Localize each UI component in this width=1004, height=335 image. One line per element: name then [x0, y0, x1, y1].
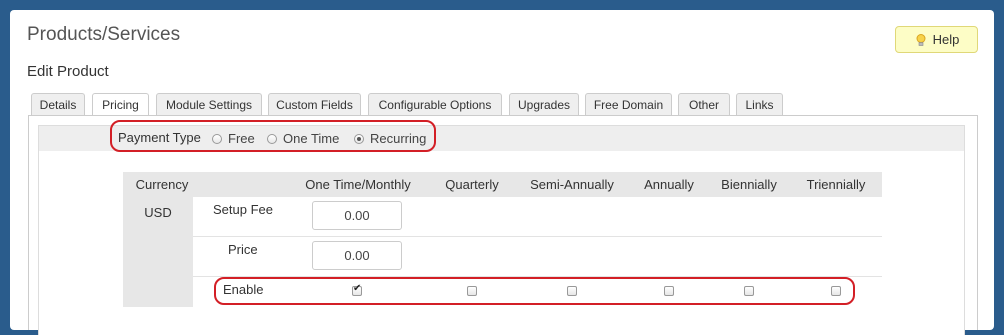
help-button[interactable]: Help: [895, 26, 978, 53]
enable-semi-annually-checkbox[interactable]: [567, 286, 577, 296]
tab-free-domain[interactable]: Free Domain: [585, 93, 672, 115]
enable-label: Enable: [223, 282, 264, 297]
currency-cell: USD: [123, 197, 193, 307]
pricing-tab-content: Payment Type Free One Time Recurring Cur…: [28, 115, 978, 335]
payment-type-label: Payment Type: [118, 130, 201, 145]
tab-links[interactable]: Links: [736, 93, 783, 115]
radio-recurring-label: Recurring: [370, 131, 427, 146]
currency-usd: USD: [144, 205, 172, 220]
payment-type-free[interactable]: Free: [212, 131, 255, 146]
header-one-time-monthly: One Time/Monthly: [305, 177, 411, 192]
radio-recurring[interactable]: [354, 133, 364, 144]
enable-annually-checkbox[interactable]: [664, 286, 674, 296]
header-annually: Annually: [644, 177, 694, 192]
header-currency: Currency: [135, 177, 189, 192]
edit-product-heading: Edit Product: [27, 63, 109, 80]
header-semi-annually: Semi-Annually: [530, 177, 614, 192]
tab-module-settings[interactable]: Module Settings: [156, 93, 262, 115]
header-quarterly: Quarterly: [445, 177, 499, 192]
header-biennially: Biennially: [721, 177, 777, 192]
pricing-header-row: Currency One Time/Monthly Quarterly Semi…: [123, 172, 882, 197]
radio-free[interactable]: [212, 133, 222, 144]
tab-custom-fields[interactable]: Custom Fields: [268, 93, 361, 115]
row-divider: [193, 236, 882, 237]
help-label: Help: [932, 32, 960, 47]
tab-upgrades[interactable]: Upgrades: [509, 93, 579, 115]
enable-biennially-checkbox[interactable]: [744, 286, 754, 296]
price-input[interactable]: 0.00: [312, 241, 402, 270]
payment-type-recurring[interactable]: Recurring: [354, 131, 426, 146]
enable-one-time-monthly-checkbox[interactable]: [352, 283, 362, 296]
radio-one-time[interactable]: [267, 133, 277, 144]
enable-triennially-checkbox[interactable]: [831, 286, 841, 296]
radio-free-label: Free: [228, 131, 255, 146]
lightbulb-icon: [916, 33, 926, 46]
payment-type-one-time[interactable]: One Time: [267, 131, 339, 146]
tab-pricing[interactable]: Pricing: [92, 93, 149, 116]
enable-row-highlight: [214, 277, 855, 305]
header-triennially: Triennially: [806, 177, 866, 192]
setup-fee-input[interactable]: 0.00: [312, 201, 402, 230]
row-divider: [193, 276, 882, 277]
tab-details[interactable]: Details: [31, 93, 85, 115]
enable-quarterly-checkbox[interactable]: [467, 286, 477, 296]
tab-configurable-options[interactable]: Configurable Options: [368, 93, 502, 115]
radio-one-time-label: One Time: [283, 131, 340, 146]
main-panel: Products/Services Help Edit Product Deta…: [10, 10, 994, 335]
price-label: Price: [228, 242, 258, 257]
page-title: Products/Services: [27, 24, 181, 45]
pricing-section: Payment Type Free One Time Recurring Cur…: [38, 120, 965, 335]
setup-fee-label: Setup Fee: [213, 202, 273, 217]
payment-type-row: Payment Type Free One Time Recurring: [39, 126, 964, 151]
tab-other[interactable]: Other: [678, 93, 730, 115]
